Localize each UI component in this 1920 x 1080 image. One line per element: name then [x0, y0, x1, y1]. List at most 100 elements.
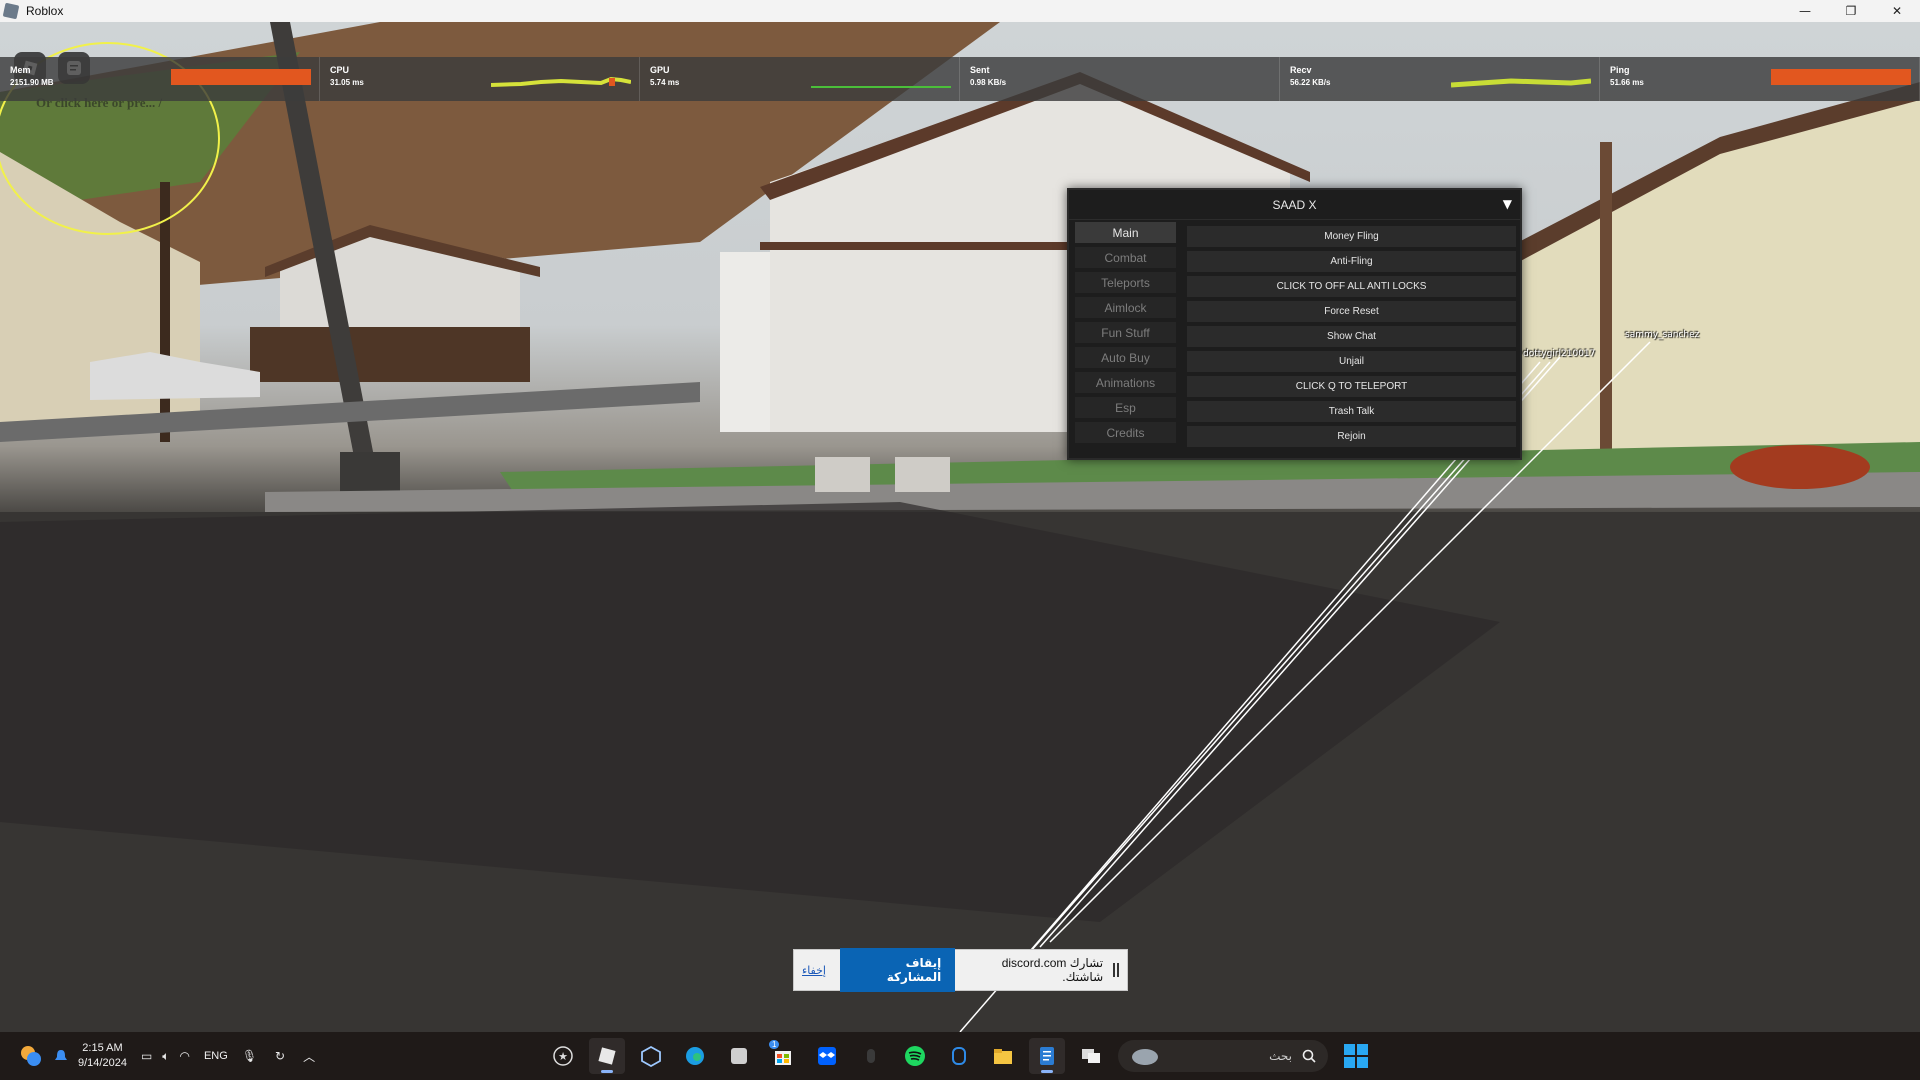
clock-date: 9/14/2024 — [78, 1057, 127, 1069]
window-controls: — ❐ ✕ — [1782, 0, 1920, 22]
drag-handle-icon[interactable] — [1113, 963, 1119, 977]
tray-icons: 🎙︎ ↻ ︿ — [242, 1048, 315, 1065]
taskbar-search[interactable]: بحث — [1118, 1040, 1328, 1072]
stat-gpu: GPU 5.74 ms — [640, 57, 960, 101]
close-button[interactable]: ✕ — [1874, 0, 1920, 22]
stat-value: 0.98 KB/s — [970, 78, 1007, 87]
windows-logo-icon — [1344, 1044, 1355, 1055]
star-icon: ★ — [553, 1046, 573, 1066]
tab-teleports[interactable]: Teleports — [1075, 272, 1176, 293]
chevron-up-icon[interactable]: ︿ — [303, 1048, 315, 1065]
favorites-app[interactable]: ★ — [545, 1038, 581, 1074]
notification-button[interactable] — [54, 1049, 68, 1063]
mouse-app[interactable] — [853, 1038, 889, 1074]
anti-fling-button[interactable]: Anti-Fling — [1187, 251, 1516, 272]
window-title: Roblox — [26, 4, 64, 18]
clock-time: 2:15 AM — [82, 1042, 123, 1054]
recv-graph — [1451, 78, 1591, 88]
spotify-app[interactable] — [897, 1038, 933, 1074]
stat-ping: Ping 51.66 ms — [1600, 57, 1920, 101]
minimize-button[interactable]: — — [1782, 0, 1828, 22]
money-fling-button[interactable]: Money Fling — [1187, 226, 1516, 247]
unjail-button[interactable]: Unjail — [1187, 351, 1516, 372]
start-button[interactable] — [1344, 1044, 1368, 1068]
ping-bar — [1771, 69, 1911, 85]
windows-logo-icon — [1357, 1044, 1368, 1055]
trash-talk-button[interactable]: Trash Talk — [1187, 401, 1516, 422]
performance-stats-bar: Mem 2151.90 MB CPU 31.05 ms GPU 5.74 ms … — [0, 57, 1920, 101]
folder-icon — [994, 1049, 1012, 1064]
notepad-app[interactable] — [721, 1038, 757, 1074]
mem-bar — [171, 69, 311, 85]
game-scene — [0, 22, 1920, 1032]
taskbar: 2:15 AM 9/14/2024 ▭ 🔈︎ ◠ ENG 🎙︎ ↻ ︿ ★ 1 … — [0, 1032, 1920, 1080]
copilot-button[interactable] — [20, 1045, 42, 1067]
tab-animations[interactable]: Animations — [1075, 372, 1176, 393]
windows-logo-icon — [1344, 1057, 1355, 1068]
controller-app[interactable] — [941, 1038, 977, 1074]
menu-title: SAAD X ▼ — [1069, 190, 1520, 220]
spotify-icon — [905, 1046, 925, 1066]
windows-logo-icon — [1357, 1057, 1368, 1068]
search-icon — [1302, 1049, 1316, 1063]
task-view-app[interactable] — [1073, 1038, 1109, 1074]
stat-cpu: CPU 31.05 ms — [320, 57, 640, 101]
script-menu: SAAD X ▼ Main Combat Teleports Aimlock F… — [1067, 188, 1522, 460]
controller-icon — [952, 1047, 966, 1065]
share-status-text: تشارك discord.com شاشتك. — [1001, 956, 1104, 984]
gpu-graph — [811, 86, 951, 88]
mouse-icon — [867, 1049, 875, 1063]
microphone-icon[interactable]: 🎙︎ — [242, 1049, 257, 1063]
clock[interactable]: 2:15 AM 9/14/2024 — [78, 1041, 127, 1071]
edge-app[interactable] — [677, 1038, 713, 1074]
stat-mem: Mem 2151.90 MB — [0, 57, 320, 101]
dropbox-icon — [818, 1047, 836, 1065]
volume-icon: 🔈︎ — [162, 1048, 170, 1063]
window-titlebar: Roblox — ❐ ✕ — [0, 0, 1920, 22]
tab-auto-buy[interactable]: Auto Buy — [1075, 347, 1176, 368]
svg-text:★: ★ — [558, 1050, 568, 1063]
hide-link[interactable]: إخفاء — [802, 964, 826, 977]
system-tray: 2:15 AM 9/14/2024 ▭ 🔈︎ ◠ ENG 🎙︎ ↻ ︿ — [0, 1032, 315, 1080]
collapse-toggle-icon[interactable]: ▼ — [1503, 197, 1512, 211]
quick-settings[interactable]: ▭ 🔈︎ ◠ — [141, 1049, 190, 1064]
roblox-app[interactable] — [589, 1038, 625, 1074]
weather-widget-icon — [1132, 1049, 1158, 1065]
tab-fun-stuff[interactable]: Fun Stuff — [1075, 322, 1176, 343]
tab-credits[interactable]: Credits — [1075, 422, 1176, 443]
restore-button[interactable]: ❐ — [1828, 0, 1874, 22]
tab-esp[interactable]: Esp — [1075, 397, 1176, 418]
tab-main[interactable]: Main — [1075, 222, 1176, 243]
off-anti-locks-button[interactable]: CLICK TO OFF ALL ANTI LOCKS — [1187, 276, 1516, 297]
box-app[interactable] — [633, 1038, 669, 1074]
document-app[interactable] — [1029, 1038, 1065, 1074]
cube-icon — [641, 1045, 661, 1067]
wifi-icon: ◠ — [179, 1049, 190, 1063]
force-reset-button[interactable]: Force Reset — [1187, 301, 1516, 322]
notepad-icon — [731, 1048, 747, 1064]
game-viewport[interactable]: Or click here or pre... / Mem 2151.90 MB… — [0, 22, 1920, 1032]
language-indicator[interactable]: ENG — [204, 1050, 228, 1062]
q-teleport-button[interactable]: CLICK Q TO TELEPORT — [1187, 376, 1516, 397]
stat-label: Sent — [970, 65, 990, 75]
sync-icon[interactable]: ↻ — [275, 1049, 285, 1063]
stat-recv: Recv 56.22 KB/s — [1280, 57, 1600, 101]
dropbox-app[interactable] — [809, 1038, 845, 1074]
roblox-icon — [598, 1047, 616, 1065]
player-nametag: sammy_sanchez — [1625, 330, 1700, 340]
file-explorer-app[interactable] — [985, 1038, 1021, 1074]
roblox-app-icon — [2, 2, 20, 20]
battery-icon: ▭ — [140, 1049, 153, 1063]
screen-share-bar: تشارك discord.com شاشتك. إيقاف المشاركة … — [793, 948, 1128, 992]
player-nametag: dottygirl210017 — [1523, 349, 1596, 359]
tab-combat[interactable]: Combat — [1075, 247, 1176, 268]
cpu-graph — [491, 76, 631, 87]
rejoin-button[interactable]: Rejoin — [1187, 426, 1516, 447]
menu-buttons: Money Fling Anti-Fling CLICK TO OFF ALL … — [1187, 226, 1516, 451]
stop-sharing-button[interactable]: إيقاف المشاركة — [839, 948, 956, 992]
store-app[interactable]: 1 — [765, 1038, 801, 1074]
show-chat-button[interactable]: Show Chat — [1187, 326, 1516, 347]
document-icon — [1040, 1047, 1054, 1065]
tab-aimlock[interactable]: Aimlock — [1075, 297, 1176, 318]
copilot-icon — [21, 1046, 41, 1066]
